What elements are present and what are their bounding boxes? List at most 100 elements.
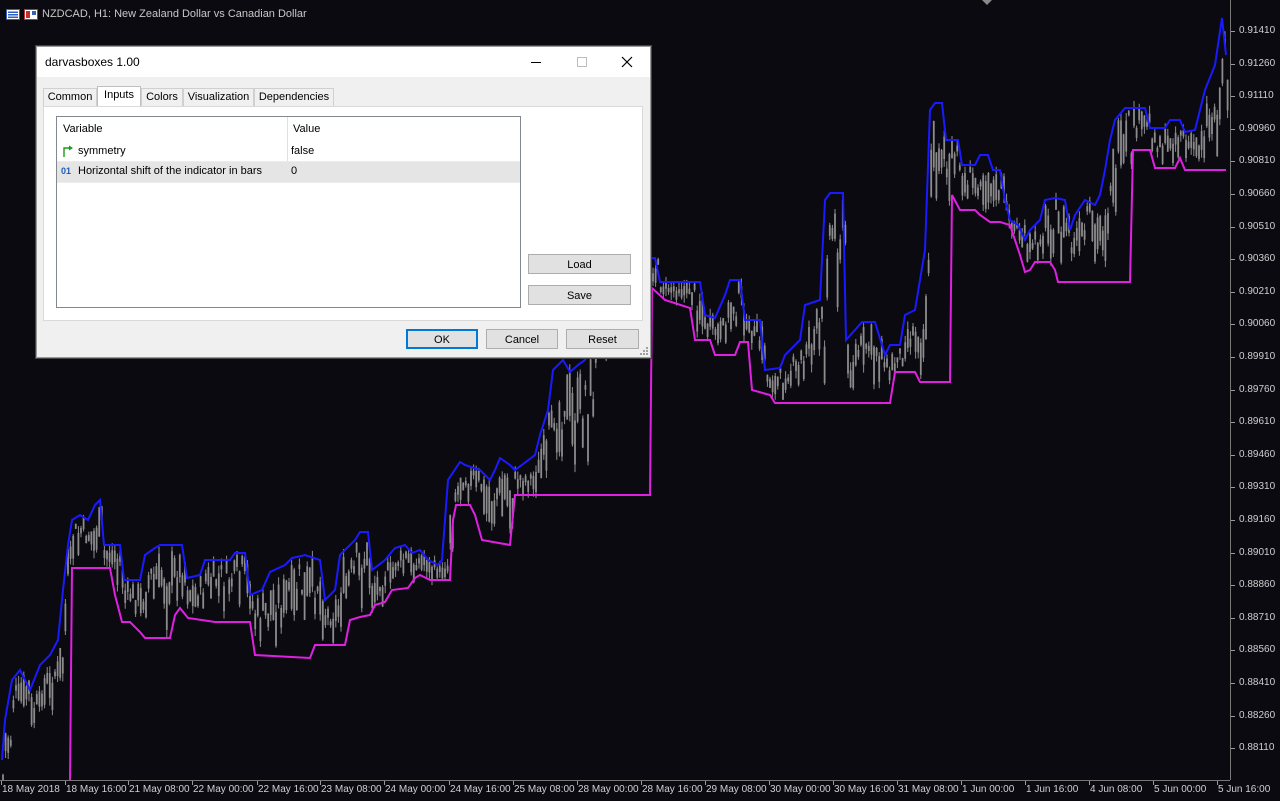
- chart-header: NZDCAD, H1: New Zealand Dollar vs Canadi…: [6, 6, 307, 22]
- scroll-position-marker[interactable]: [982, 0, 992, 5]
- candle-body: [1083, 230, 1086, 240]
- candle-body: [25, 686, 28, 700]
- candle-body: [667, 287, 670, 293]
- inputs-grid[interactable]: Variable Value symmetry false 01 Horizon…: [56, 116, 521, 308]
- candle-body: [384, 576, 387, 586]
- cancel-button[interactable]: Cancel: [486, 329, 558, 349]
- candle-body: [1161, 145, 1164, 164]
- candle-body: [236, 554, 238, 567]
- candle-body: [327, 608, 329, 618]
- price-tick: [1231, 683, 1235, 684]
- candle-body: [425, 559, 428, 572]
- one-click-trading-icon[interactable]: [24, 8, 38, 20]
- candle-body: [353, 566, 355, 574]
- tab-colors[interactable]: Colors: [141, 88, 183, 106]
- price-axis[interactable]: 0.91410 0.91260 0.91110 0.90960 0.90810 0.906…: [1230, 0, 1280, 780]
- candle-body: [334, 599, 337, 621]
- dialog-titlebar[interactable]: darvasboxes 1.00: [37, 47, 650, 77]
- candle-body: [498, 477, 501, 493]
- input-row-symmetry[interactable]: symmetry false: [57, 142, 520, 162]
- maximize-button[interactable]: [559, 47, 605, 77]
- candle-body: [272, 589, 275, 620]
- candle-body: [142, 601, 145, 610]
- save-button[interactable]: Save: [528, 285, 631, 305]
- input-value[interactable]: 0: [291, 165, 297, 177]
- reset-button[interactable]: Reset: [566, 329, 639, 349]
- load-button[interactable]: Load: [528, 254, 631, 274]
- candle-body: [1042, 235, 1044, 254]
- price-label: 0.89760: [1239, 383, 1276, 395]
- candle-body: [35, 694, 38, 705]
- price-tick: [1231, 128, 1235, 130]
- candle-body: [397, 562, 400, 567]
- price-tick: [1231, 487, 1235, 489]
- candle-body: [540, 448, 543, 478]
- candle-body: [919, 342, 922, 375]
- price-tick: [1231, 585, 1235, 587]
- candle-body: [555, 428, 558, 453]
- candle-body: [886, 358, 888, 368]
- price-tick: [1231, 552, 1235, 554]
- input-row-horizontal-shift[interactable]: 01 Horizontal shift of the indicator in …: [57, 162, 520, 182]
- candle-body: [386, 562, 389, 571]
- candle-body: [158, 553, 160, 588]
- time-axis[interactable]: 18 May 2018 18 May 16:00 21 May 08:00 22 Ma…: [0, 780, 1270, 801]
- candle-body: [995, 174, 998, 200]
- candle-body: [553, 423, 556, 430]
- candle-body: [516, 479, 519, 489]
- input-value[interactable]: false: [291, 145, 314, 157]
- candle-body: [493, 500, 496, 524]
- candle-body: [750, 330, 753, 344]
- candle-body: [256, 598, 259, 616]
- candle-body: [1151, 138, 1154, 151]
- candle-body: [860, 335, 862, 345]
- tab-common[interactable]: Common: [43, 88, 97, 106]
- candle-body: [537, 459, 540, 473]
- candle-body: [108, 552, 111, 562]
- candle-body: [818, 322, 821, 350]
- close-button[interactable]: [604, 47, 650, 77]
- candle-body: [1159, 136, 1161, 148]
- candle-body: [1039, 239, 1042, 245]
- column-header-value[interactable]: Value: [287, 117, 520, 141]
- candle-body: [865, 343, 868, 349]
- column-header-variable[interactable]: Variable: [57, 117, 287, 141]
- candle-body: [917, 337, 920, 353]
- candle-body: [724, 324, 727, 343]
- tab-inputs[interactable]: Inputs: [97, 86, 141, 107]
- candle-body: [568, 370, 571, 416]
- candle-body: [792, 356, 795, 362]
- candle-body: [875, 347, 878, 356]
- time-label: 22 May 16:00: [258, 784, 319, 795]
- candle-body: [862, 327, 865, 365]
- chart-menu-icon[interactable]: [6, 8, 20, 20]
- candle-body: [41, 693, 43, 707]
- candle-body: [1047, 215, 1050, 244]
- candle-body: [85, 535, 88, 544]
- candle-body: [1146, 122, 1148, 127]
- candle-body: [168, 582, 171, 604]
- candle-body: [847, 344, 849, 374]
- tab-visualization[interactable]: Visualization: [183, 88, 254, 106]
- candle-body: [789, 370, 792, 386]
- candle-body: [571, 393, 574, 445]
- candle-body: [106, 551, 108, 560]
- minimize-button[interactable]: [513, 47, 559, 77]
- candle-body: [1179, 131, 1182, 136]
- candle-body: [241, 555, 244, 565]
- candle-body: [974, 177, 977, 194]
- candle-body: [1070, 247, 1073, 254]
- candle-body: [436, 568, 439, 578]
- price-label: 0.90060: [1239, 318, 1276, 330]
- time-label: 21 May 08:00: [129, 784, 190, 795]
- candle-body: [698, 300, 701, 320]
- tab-dependencies[interactable]: Dependencies: [254, 88, 334, 106]
- candle-body: [693, 283, 696, 291]
- candle-body: [459, 477, 462, 500]
- candle-body: [490, 501, 493, 524]
- candle-body: [405, 551, 407, 559]
- candle-body: [152, 573, 155, 599]
- inputs-tab-panel: Variable Value symmetry false 01 Horizon…: [43, 106, 643, 321]
- ok-button[interactable]: OK: [406, 329, 478, 349]
- resize-grip-icon[interactable]: [639, 346, 649, 356]
